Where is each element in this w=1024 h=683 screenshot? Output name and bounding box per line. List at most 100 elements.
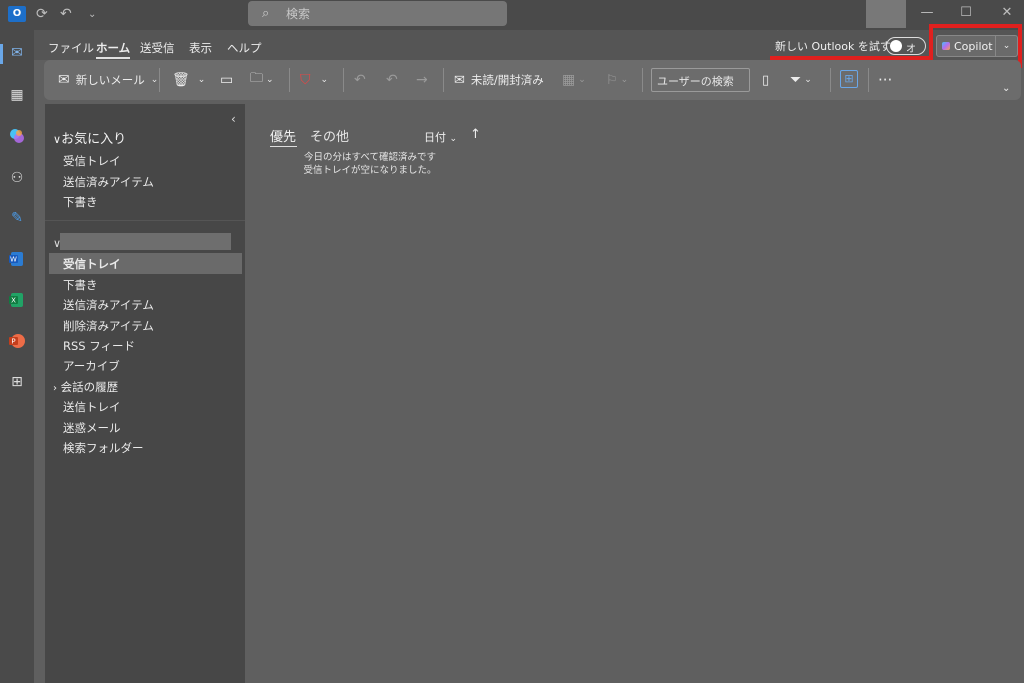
- title-bar: O ⟳ ↶ ⌄ ⌕ 検索 — ☐ ✕: [0, 0, 1024, 30]
- folder-item-inbox[interactable]: 受信トレイ: [63, 256, 121, 272]
- ribbon-divider: [443, 68, 444, 92]
- excel-icon[interactable]: X: [6, 289, 28, 311]
- folder-item[interactable]: アーカイブ: [63, 358, 120, 374]
- more-options-icon[interactable]: ···: [878, 70, 892, 90]
- tab-focused[interactable]: 優先: [270, 126, 296, 145]
- folder-item[interactable]: 検索フォルダー: [63, 440, 144, 456]
- divider: [45, 220, 245, 221]
- tab-send-receive[interactable]: 送受信: [140, 40, 175, 56]
- undo-icon[interactable]: ↶: [60, 4, 72, 24]
- copilot-app-icon[interactable]: [6, 125, 28, 147]
- favorites-header[interactable]: ∨お気に入り: [53, 128, 126, 147]
- tab-other[interactable]: その他: [310, 126, 349, 145]
- move-folder-icon: 🗀: [250, 71, 264, 86]
- mail-icon[interactable]: ✉: [6, 42, 28, 64]
- folder-item[interactable]: RSS フィード: [63, 338, 135, 354]
- folder-item-conversation-history[interactable]: › 会話の履歴: [53, 379, 118, 395]
- todo-icon[interactable]: ✎: [6, 207, 28, 229]
- ribbon-divider: [642, 68, 643, 92]
- folder-item[interactable]: 下書き: [63, 277, 98, 293]
- search-box[interactable]: ⌕ 検索: [248, 1, 507, 26]
- search-placeholder: 検索: [286, 7, 311, 21]
- empty-message-line1: 今日の分はすべて確認済みです: [304, 152, 436, 163]
- new-mail-button[interactable]: ✉ 新しいメール ⌄: [58, 70, 158, 90]
- tab-view[interactable]: 表示: [189, 40, 212, 56]
- outlook-app-icon: O: [8, 6, 26, 22]
- tab-file[interactable]: ファイル: [48, 40, 94, 56]
- forward-button[interactable]: →: [416, 70, 428, 90]
- shield-icon: ⛉: [300, 72, 311, 88]
- collapse-pane-icon[interactable]: ‹: [231, 112, 236, 126]
- folder-item[interactable]: 削除済みアイテム: [63, 318, 154, 334]
- flag-icon: ⚐: [606, 72, 618, 88]
- chevron-down-icon: ⌄: [266, 75, 274, 85]
- word-icon[interactable]: W: [6, 248, 28, 270]
- new-mail-icon: ✉: [58, 72, 70, 88]
- ribbon: ✉ 新しいメール ⌄ 🗑 ⌄ ▭ 🗀 ⌄ ⛉ ⌄ ↶ ↶ → ✉ 未読/開封済み ▦ ⌄…: [44, 60, 1021, 100]
- forward-icon: →: [416, 72, 428, 88]
- sort-label: 日付: [424, 131, 446, 144]
- reply-all-button[interactable]: ↶: [386, 70, 398, 90]
- unread-read-button[interactable]: ✉ 未読/開封済み: [454, 70, 544, 90]
- maximize-button[interactable]: ☐: [951, 4, 981, 22]
- address-book-button[interactable]: ▯: [762, 70, 769, 90]
- reply-button[interactable]: ↶: [354, 70, 366, 90]
- folder-item[interactable]: 迷惑メール: [63, 420, 121, 436]
- sort-direction-icon[interactable]: ↑: [470, 127, 481, 142]
- favorite-item[interactable]: 受信トレイ: [63, 153, 121, 169]
- chevron-down-icon: ⌄: [320, 75, 329, 85]
- calendar-icon[interactable]: ▦: [6, 84, 28, 106]
- unread-read-label: 未読/開封済み: [470, 73, 544, 87]
- ribbon-divider: [343, 68, 344, 92]
- apps-grid-icon[interactable]: ⊞: [840, 70, 858, 88]
- report-button[interactable]: ⛉ ⌄: [300, 70, 328, 90]
- svg-text:P: P: [11, 338, 15, 346]
- favorites-title: お気に入り: [61, 132, 127, 147]
- folder-pane: ‹ ∨お気に入り 受信トレイ 送信済みアイテム 下書き ∨ 受信トレイ 下書き …: [45, 104, 245, 683]
- new-mail-label: 新しいメール: [75, 73, 145, 87]
- user-search-input[interactable]: ユーザーの検索: [651, 68, 750, 92]
- chevron-right-icon: ›: [53, 383, 57, 394]
- chevron-down-icon: ⌄: [804, 75, 812, 85]
- reply-icon: ↶: [354, 72, 366, 88]
- new-outlook-toggle[interactable]: オフ: [886, 37, 926, 70]
- close-button[interactable]: ✕: [992, 4, 1022, 22]
- trash-icon: 🗑: [172, 72, 190, 88]
- tab-home[interactable]: ホーム: [96, 40, 131, 59]
- folder-item[interactable]: 送信済みアイテム: [63, 297, 154, 313]
- archive-button[interactable]: ▭: [220, 70, 233, 90]
- flag-button[interactable]: ⚐ ⌄: [606, 70, 628, 90]
- envelope-open-icon: ✉: [454, 72, 465, 88]
- quick-access-dropdown-icon[interactable]: ⌄: [88, 4, 96, 24]
- account-area[interactable]: [866, 0, 906, 28]
- folder-item[interactable]: 送信トレイ: [63, 399, 121, 415]
- tab-focused-underline: [270, 146, 297, 147]
- toggle-knob: [890, 40, 902, 52]
- try-new-outlook-label: 新しい Outlook を試す: [775, 40, 891, 53]
- ribbon-divider: [868, 68, 869, 92]
- categorize-button[interactable]: ▦ ⌄: [562, 70, 586, 90]
- filter-icon: ⏷: [790, 72, 802, 88]
- sort-by-date-button[interactable]: 日付 ⌄: [424, 129, 457, 145]
- chevron-down-icon: ⌄: [578, 75, 586, 85]
- chevron-down-icon: ∨: [53, 133, 62, 146]
- reply-all-icon: ↶: [386, 72, 398, 88]
- powerpoint-icon[interactable]: P: [6, 330, 28, 352]
- favorite-item[interactable]: 送信済みアイテム: [63, 174, 154, 190]
- expand-ribbon-icon[interactable]: ⌄: [1002, 78, 1010, 98]
- sync-icon[interactable]: ⟳: [36, 4, 48, 24]
- move-button[interactable]: 🗀 ⌄: [250, 70, 274, 90]
- favorite-item[interactable]: 下書き: [63, 194, 98, 210]
- search-icon: ⌕: [262, 6, 270, 21]
- delete-button[interactable]: 🗑 ⌄: [172, 70, 205, 90]
- address-book-icon: ▯: [762, 72, 770, 88]
- empty-inbox-message: 今日の分はすべて確認済みです 受信トレイが空になりました。: [300, 151, 440, 177]
- more-apps-icon[interactable]: ⊞: [6, 371, 28, 393]
- minimize-button[interactable]: —: [912, 4, 942, 22]
- people-icon[interactable]: ⚇: [6, 167, 28, 189]
- tab-help[interactable]: ヘルプ: [227, 40, 262, 56]
- ribbon-divider: [830, 68, 831, 92]
- chevron-down-icon: ⌄: [150, 75, 159, 85]
- filter-button[interactable]: ⏷ ⌄: [790, 70, 812, 90]
- chevron-down-icon: ⌄: [197, 75, 206, 85]
